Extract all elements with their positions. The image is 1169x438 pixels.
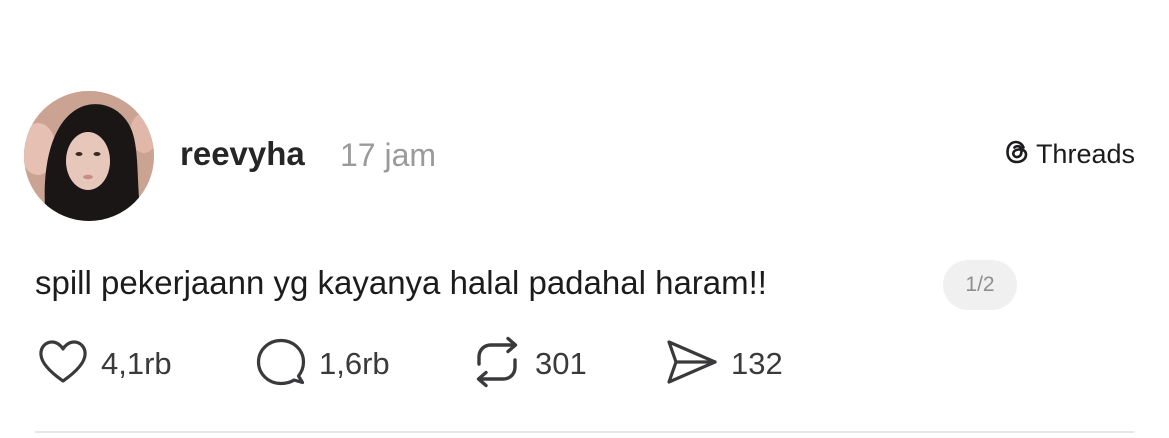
repost-count: 301	[535, 346, 587, 381]
avatar-photo	[24, 91, 154, 221]
send-icon	[665, 337, 719, 392]
reply-button[interactable]: 1,6rb	[255, 338, 390, 390]
page-indicator-badge[interactable]: 1/2	[943, 260, 1017, 310]
reply-count: 1,6rb	[319, 346, 390, 381]
share-count: 132	[731, 346, 783, 381]
share-button[interactable]: 132	[665, 338, 783, 390]
threads-brand: Threads	[1002, 136, 1135, 172]
threads-logo-icon	[1002, 137, 1032, 172]
repost-button[interactable]: 301	[471, 336, 587, 393]
post-timestamp: 17 jam	[340, 137, 437, 173]
heart-icon	[37, 338, 89, 391]
avatar[interactable]	[24, 91, 154, 221]
comment-icon	[255, 336, 307, 393]
divider	[35, 431, 1134, 433]
brand-name: Threads	[1035, 139, 1135, 169]
username[interactable]: reevyha	[180, 132, 305, 176]
like-count: 4,1rb	[101, 346, 172, 381]
repost-icon	[471, 336, 523, 393]
post-text: spill pekerjaann yg kayanya halal padaha…	[35, 264, 767, 301]
like-button[interactable]: 4,1rb	[37, 338, 172, 390]
